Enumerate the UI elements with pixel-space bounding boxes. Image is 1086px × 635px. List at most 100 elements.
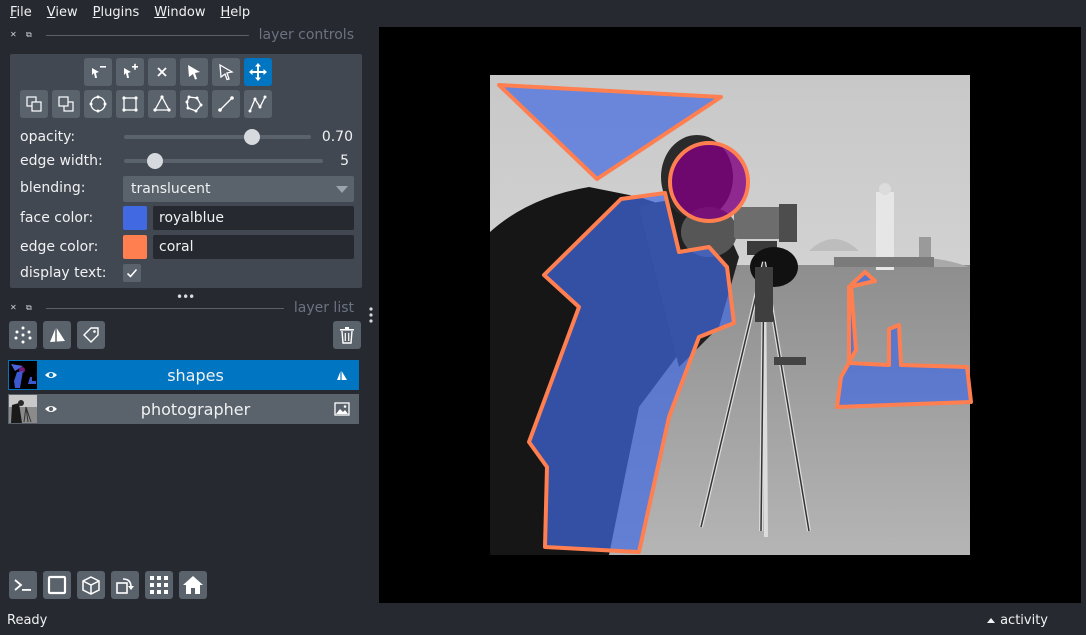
checkmark-icon bbox=[126, 268, 138, 278]
viewer-canvas[interactable] bbox=[379, 27, 1081, 603]
status-text: Ready bbox=[7, 613, 48, 628]
edge-width-slider-handle[interactable] bbox=[146, 153, 163, 169]
ellipse-icon bbox=[89, 95, 107, 113]
pan-zoom-button[interactable] bbox=[244, 58, 272, 86]
activity-button[interactable]: activity bbox=[987, 613, 1048, 628]
pointer-icon bbox=[188, 65, 200, 80]
tool-row-2 bbox=[20, 90, 276, 118]
cube-icon bbox=[82, 576, 100, 595]
new-points-layer-button[interactable] bbox=[9, 321, 37, 349]
layer-name[interactable]: shapes bbox=[58, 366, 333, 385]
points-icon bbox=[14, 326, 32, 344]
move-to-back-button[interactable] bbox=[52, 90, 80, 118]
visibility-eye-icon[interactable] bbox=[44, 402, 58, 416]
close-icon bbox=[157, 67, 167, 77]
rectangle-icon bbox=[122, 96, 138, 112]
path-icon bbox=[248, 95, 267, 113]
menu-plugins[interactable]: Plugins bbox=[93, 5, 140, 20]
add-vertex-icon bbox=[124, 63, 138, 78]
ndisplay-button[interactable] bbox=[43, 571, 71, 599]
console-icon bbox=[14, 579, 31, 591]
layer-row-photographer[interactable]: photographer bbox=[8, 394, 359, 424]
label-tag-icon bbox=[83, 327, 99, 343]
face-color-swatch[interactable] bbox=[123, 206, 147, 230]
new-labels-layer-button[interactable] bbox=[77, 321, 105, 349]
edge-color-label: edge color: bbox=[20, 239, 99, 255]
home-icon bbox=[183, 576, 203, 594]
dock-close-icon[interactable]: ✕ bbox=[10, 31, 18, 39]
delete-layer-area bbox=[333, 321, 361, 349]
vertical-dots-icon[interactable] bbox=[368, 306, 374, 326]
move-to-front-button[interactable] bbox=[20, 90, 48, 118]
layer-controls-dock-title: ✕ ⧉ layer controls bbox=[10, 26, 354, 44]
menu-window[interactable]: Window bbox=[154, 5, 205, 20]
layer-row-shapes[interactable]: shapes bbox=[8, 360, 359, 390]
delete-layer-button[interactable] bbox=[333, 321, 361, 349]
triangle-icon bbox=[153, 95, 171, 112]
edge-color-input[interactable]: coral bbox=[153, 235, 354, 259]
transpose-button[interactable] bbox=[111, 571, 139, 599]
delete-shape-button[interactable] bbox=[148, 58, 176, 86]
layer-controls-panel: opacity: 0.70 edge width: 5 blending: tr… bbox=[10, 54, 362, 288]
dock-float-icon[interactable]: ⧉ bbox=[26, 304, 34, 312]
viewer-buttons bbox=[9, 571, 213, 599]
shapes-layer-icon bbox=[337, 370, 347, 380]
blending-label: blending: bbox=[20, 180, 86, 196]
roll-dims-button[interactable] bbox=[77, 571, 105, 599]
menu-view[interactable]: View bbox=[47, 5, 78, 20]
delete-vertex-icon bbox=[92, 66, 106, 78]
menu-help[interactable]: Help bbox=[221, 5, 251, 20]
layer-name[interactable]: photographer bbox=[58, 400, 333, 419]
add-rectangle-button[interactable] bbox=[116, 90, 144, 118]
menu-file[interactable]: File bbox=[10, 5, 32, 20]
add-ellipse-button[interactable] bbox=[84, 90, 112, 118]
new-layer-buttons bbox=[9, 321, 105, 349]
blending-value: translucent bbox=[131, 181, 211, 197]
add-polygon-button[interactable] bbox=[180, 90, 208, 118]
shapes-icon bbox=[50, 327, 65, 342]
grid-view-button[interactable] bbox=[145, 571, 173, 599]
image-layer-icon bbox=[334, 402, 350, 416]
direct-select-button[interactable] bbox=[212, 58, 240, 86]
opacity-value[interactable]: 0.70 bbox=[310, 129, 353, 145]
layer-controls-title: layer controls bbox=[258, 27, 354, 43]
square-2d-icon bbox=[47, 575, 67, 595]
dock-title-divider bbox=[46, 34, 249, 36]
dock-float-icon[interactable]: ⧉ bbox=[26, 31, 34, 39]
edge-width-label: edge width: bbox=[20, 153, 103, 169]
chevron-down-icon bbox=[336, 185, 348, 193]
chevron-up-icon bbox=[987, 618, 996, 623]
dock-title-divider bbox=[46, 307, 284, 309]
opacity-slider-handle[interactable] bbox=[243, 129, 260, 145]
add-line-button[interactable] bbox=[212, 90, 240, 118]
layer-thumbnail bbox=[9, 361, 37, 389]
edge-color-swatch[interactable] bbox=[123, 235, 147, 259]
new-shapes-layer-button[interactable] bbox=[43, 321, 71, 349]
move-back-icon bbox=[58, 96, 74, 112]
delete-vertex-button[interactable] bbox=[84, 58, 112, 86]
layer-list-title: layer list bbox=[293, 300, 354, 316]
blending-dropdown[interactable]: translucent bbox=[123, 176, 354, 202]
opacity-slider[interactable] bbox=[124, 135, 311, 139]
display-text-checkbox[interactable] bbox=[123, 264, 141, 282]
rotate-icon bbox=[116, 578, 134, 594]
select-shapes-button[interactable] bbox=[180, 58, 208, 86]
add-path-button[interactable] bbox=[244, 90, 272, 118]
add-triangle-button[interactable] bbox=[148, 90, 176, 118]
face-color-label: face color: bbox=[20, 210, 94, 226]
add-vertex-button[interactable] bbox=[116, 58, 144, 86]
edge-width-value[interactable]: 5 bbox=[320, 153, 349, 169]
console-button[interactable] bbox=[9, 571, 37, 599]
dock-close-icon[interactable]: ✕ bbox=[10, 304, 18, 312]
home-button[interactable] bbox=[179, 571, 207, 599]
face-color-input[interactable]: royalblue bbox=[153, 206, 354, 230]
visibility-eye-icon[interactable] bbox=[44, 368, 58, 382]
opacity-label: opacity: bbox=[20, 129, 76, 145]
layer-list-dock-title: ✕ ⧉ layer list bbox=[10, 299, 354, 317]
move-arrows-icon bbox=[249, 63, 267, 81]
ellipse-shape-head[interactable] bbox=[668, 141, 750, 223]
menu-bar: File View Plugins Window Help bbox=[0, 0, 1086, 24]
line-icon bbox=[218, 96, 234, 112]
grid-icon bbox=[150, 576, 168, 594]
move-front-icon bbox=[26, 96, 42, 112]
